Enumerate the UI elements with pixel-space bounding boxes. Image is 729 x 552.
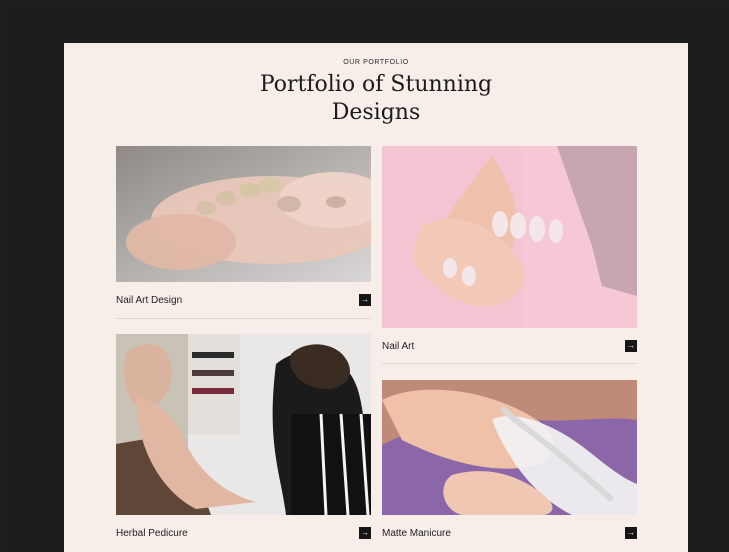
nail-art-photo xyxy=(382,146,637,328)
section-title: Portfolio of Stunning Designs xyxy=(64,71,688,127)
arrow-right-icon[interactable]: → xyxy=(625,527,637,539)
portfolio-card-title[interactable]: Nail Art Design xyxy=(116,295,182,306)
portfolio-card-title[interactable]: Nail Art xyxy=(382,341,414,352)
portfolio-caption: Matte Manicure → xyxy=(382,521,637,545)
arrow-right-icon[interactable]: → xyxy=(359,527,371,539)
portfolio-card[interactable]: Herbal Pedicure → xyxy=(116,334,371,552)
portfolio-card[interactable]: Nail Art Design → xyxy=(116,146,371,322)
matte-manicure-photo xyxy=(382,380,637,515)
nail-art-photo xyxy=(116,146,371,282)
portfolio-section: OUR PORTFOLIO Portfolio of Stunning Desi… xyxy=(64,43,688,552)
card-divider xyxy=(382,363,637,364)
herbal-pedicure-photo xyxy=(116,334,371,515)
portfolio-caption: Nail Art Design → xyxy=(116,288,371,312)
section-eyebrow: OUR PORTFOLIO xyxy=(343,59,409,66)
arrow-right-icon[interactable]: → xyxy=(359,294,371,306)
portfolio-card-title[interactable]: Herbal Pedicure xyxy=(116,528,188,539)
card-divider xyxy=(116,318,371,319)
portfolio-image-nail-art[interactable] xyxy=(382,146,637,328)
portfolio-image-matte-manicure[interactable] xyxy=(382,380,637,515)
portfolio-caption: Nail Art → xyxy=(382,334,637,358)
section-title-line-1: Portfolio of Stunning xyxy=(259,72,493,97)
portfolio-image-nail-art-design[interactable] xyxy=(116,146,371,282)
portfolio-caption: Herbal Pedicure → xyxy=(116,521,371,545)
portfolio-card-title[interactable]: Matte Manicure xyxy=(382,528,451,539)
section-title-line-2: Designs xyxy=(331,100,421,125)
portfolio-image-herbal-pedicure[interactable] xyxy=(116,334,371,515)
portfolio-card[interactable]: Nail Art → xyxy=(382,146,637,364)
arrow-right-icon[interactable]: → xyxy=(625,340,637,352)
portfolio-card[interactable]: Matte Manicure → xyxy=(382,380,637,552)
